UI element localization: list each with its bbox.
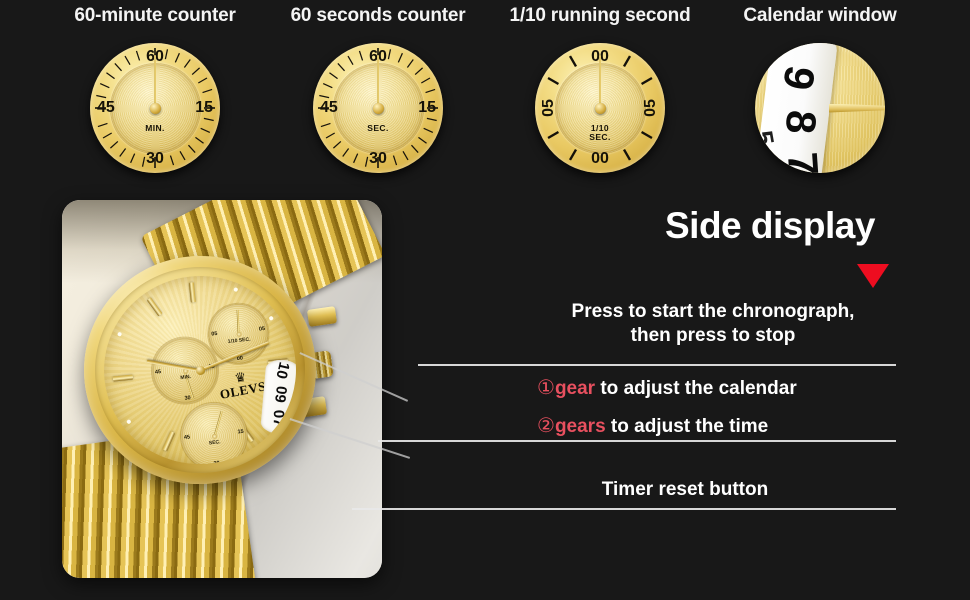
gear-keyword-1: gear — [554, 378, 596, 399]
subdial-number-right: 15 — [237, 428, 245, 436]
leader-line-reset — [352, 508, 896, 510]
timer-reset-instruction: Timer reset button — [601, 479, 769, 500]
subdial-number-right: 15 — [418, 99, 436, 116]
subdial-number-left: 45 — [320, 99, 338, 116]
dial-caption-calendar-window: Calendar window — [743, 5, 897, 26]
dial-caption-minute-counter: 60-minute counter — [74, 5, 236, 26]
subdial-hand — [598, 55, 602, 108]
chronograph-instruction: Press to start the chronograph, then pre… — [528, 300, 898, 348]
calendar-digit-7: 7 — [778, 150, 828, 173]
subdial-label: MIN. — [145, 122, 165, 133]
subdial-number-right: 15 — [195, 99, 213, 116]
subdial-label: 1/10 SEC. — [589, 122, 611, 144]
center-hub — [195, 365, 205, 375]
subdial-label: SEC. — [208, 439, 221, 447]
subdial-label: MIN. — [180, 374, 192, 382]
subdial-number-left: 45 — [154, 369, 162, 376]
subdial-hub — [211, 433, 217, 439]
infographic-root: 60-minute counter 60 seconds counter 1/1… — [0, 0, 970, 600]
subdial-number-left: 45 — [183, 434, 191, 442]
subdial-tenth-second: 00 05 00 05 1/10 SEC. — [535, 43, 665, 173]
hour-index — [146, 297, 163, 317]
subdial-hub — [594, 102, 606, 114]
subdial-number-left: 45 — [97, 99, 115, 116]
circled-number-2: ② — [537, 415, 555, 437]
subdial-label: SEC. — [367, 122, 389, 133]
hour-dot — [268, 315, 274, 322]
date-value-current: 07 — [269, 409, 288, 427]
subdial-number-left: 05 — [211, 331, 218, 338]
subdial-hub — [372, 102, 384, 114]
subdial-number-left: 05 — [539, 99, 557, 117]
red-pointer-triangle — [857, 264, 889, 288]
calendar-window-dial: 5 9 8 7 — [755, 43, 885, 173]
subdial-number-right: 05 — [642, 99, 660, 117]
hour-dot — [116, 331, 123, 337]
date-value-mid: 09 — [271, 384, 290, 404]
side-display-title: Side display — [665, 205, 875, 246]
hour-index — [188, 282, 196, 303]
subdial-minute-counter: 60 15 30 45 MIN. — [90, 43, 220, 173]
date-value-next: 10 — [272, 360, 293, 381]
subdial-number-bottom: 30 — [369, 150, 387, 167]
watch-product-photo: 45 15 30 MIN. 05 05 00 1/10 SEC. 45 — [62, 200, 382, 578]
gear-text-1: to adjust the calendar — [595, 378, 797, 399]
subdial-second-counter: 60 15 30 45 SEC. — [313, 43, 443, 173]
subdial-hub — [149, 102, 161, 114]
calendar-hand — [829, 103, 885, 113]
hour-dot — [233, 286, 239, 293]
subdial-label-line2: SEC. — [589, 132, 611, 143]
gear-keyword-2: gears — [554, 416, 606, 437]
subdial-number-right: 05 — [258, 326, 266, 333]
chronograph-instruction-line2: then press to stop — [630, 324, 796, 346]
watch-date-window: 10 09 07 — [260, 358, 301, 436]
gear-instruction-calendar: ①gear to adjust the calendar — [537, 375, 797, 400]
gear-text-2: to adjust the time — [605, 416, 769, 437]
hour-dot — [126, 418, 132, 425]
subdial-label: 1/10 SEC. — [227, 336, 251, 345]
dial-caption-tenth-second: 1/10 running second — [509, 5, 691, 26]
dial-caption-second-counter: 60 seconds counter — [290, 5, 466, 26]
leader-line-gear — [378, 440, 896, 442]
subdial-number-bottom: 00 — [591, 150, 609, 167]
hour-index — [112, 374, 133, 382]
leader-line-chronograph — [418, 364, 896, 366]
circled-number-1: ① — [537, 377, 555, 399]
subdial-label-line1: 1/10 — [590, 122, 610, 133]
gear-instruction-time: ②gears to adjust the time — [537, 413, 768, 438]
subdial-hand — [153, 55, 157, 108]
calendar-digit-8: 8 — [776, 108, 826, 136]
subdial-hub — [235, 331, 242, 337]
chronograph-instruction-line1: Press to start the chronograph, — [571, 301, 855, 322]
subdial-hand — [376, 55, 380, 108]
subdial-number-bottom: 30 — [184, 395, 192, 402]
subdial-number-bottom: 30 — [146, 150, 164, 167]
hour-index — [161, 431, 175, 452]
